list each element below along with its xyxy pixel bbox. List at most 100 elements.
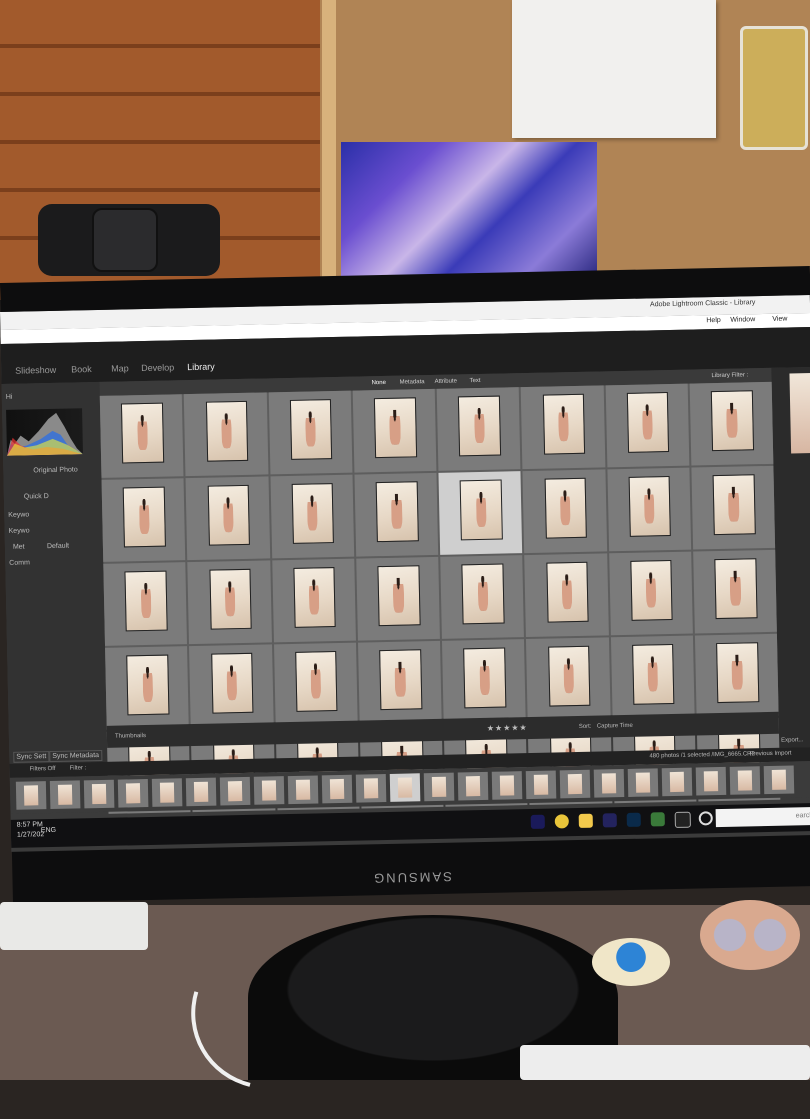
filmstrip-thumbnail[interactable]: [287, 775, 319, 805]
photo-thumbnail[interactable]: [463, 647, 507, 708]
filmstrip-thumbnail[interactable]: [729, 766, 761, 795]
module-book[interactable]: Book: [71, 364, 92, 374]
original-photo-label[interactable]: Original Photo: [33, 466, 77, 474]
filmstrip-thumbnail[interactable]: [627, 768, 659, 797]
filter-tab-none[interactable]: None: [372, 380, 386, 386]
sort-value[interactable]: Capture Time: [597, 723, 633, 730]
filmstrip-thumbnail[interactable]: [253, 776, 285, 805]
grid-cell[interactable]: [273, 642, 358, 727]
photo-thumbnail[interactable]: [375, 481, 419, 542]
grid-cell[interactable]: [268, 390, 353, 475]
filmstrip-thumbnail[interactable]: [389, 773, 421, 802]
filmstrip-thumbnail[interactable]: [15, 781, 47, 810]
filmstrip-thumbnail[interactable]: [763, 765, 795, 795]
photo-thumbnail[interactable]: [374, 397, 417, 458]
photo-thumbnail[interactable]: [545, 561, 589, 623]
sync-metadata-button[interactable]: Sync Metadata: [49, 749, 103, 763]
grid-cell[interactable]: [99, 394, 184, 478]
grid-cell[interactable]: [101, 478, 186, 562]
photo-thumbnail[interactable]: [209, 568, 252, 630]
photo-thumbnail[interactable]: [126, 654, 170, 715]
section-comments[interactable]: Comm: [9, 559, 30, 566]
filter-tab-metadata[interactable]: Metadata: [400, 379, 425, 386]
photo-thumbnail[interactable]: [630, 560, 673, 621]
grid-cell[interactable]: [608, 551, 693, 636]
filmstrip-thumbnail[interactable]: [355, 774, 387, 803]
filmstrip-thumbnail[interactable]: [593, 769, 625, 798]
grid-cell[interactable]: [438, 471, 523, 555]
grid-cell[interactable]: [270, 474, 354, 559]
grid-cell[interactable]: [610, 635, 695, 720]
filmstrip-thumbnail[interactable]: [695, 766, 727, 796]
menu-window[interactable]: Window: [730, 316, 755, 324]
photo-thumbnail[interactable]: [205, 401, 249, 462]
photo-thumbnail[interactable]: [291, 483, 335, 544]
sync-settings-button[interactable]: Sync Sett: [13, 751, 50, 763]
grid-cell[interactable]: [189, 644, 274, 729]
photo-thumbnail[interactable]: [377, 565, 421, 626]
filter-tab-text[interactable]: Text: [469, 378, 480, 384]
photo-thumbnail[interactable]: [121, 402, 165, 464]
filter-status[interactable]: Filters Off: [30, 766, 56, 773]
photo-thumbnail[interactable]: [123, 486, 166, 548]
filmstrip-thumbnail[interactable]: [83, 779, 115, 809]
grid-cell[interactable]: [103, 562, 188, 646]
filter-tab-attribute[interactable]: Attribute: [434, 378, 456, 384]
photo-thumbnail[interactable]: [542, 393, 586, 455]
chrome-icon[interactable]: [554, 814, 569, 829]
filmstrip-thumbnail[interactable]: [321, 774, 353, 804]
grid-cell[interactable]: [187, 560, 272, 645]
photo-thumbnail[interactable]: [628, 476, 672, 537]
export-button[interactable]: Export...: [781, 737, 803, 743]
photo-thumbnail[interactable]: [379, 649, 422, 710]
grid-cell[interactable]: [691, 465, 776, 550]
default-preset[interactable]: Default: [47, 543, 69, 550]
grid-cell[interactable]: [524, 553, 609, 638]
task-view-icon[interactable]: [674, 811, 691, 828]
grid-cell[interactable]: [694, 633, 779, 718]
grid-cell[interactable]: [692, 549, 777, 634]
photo-thumbnail[interactable]: [295, 651, 338, 712]
grid-cell[interactable]: [354, 472, 439, 557]
filmstrip-thumbnail[interactable]: [423, 772, 455, 802]
grid-cell[interactable]: [441, 639, 526, 723]
filmstrip-source[interactable]: Previous Import: [749, 751, 791, 758]
filmstrip-thumbnail[interactable]: [117, 779, 149, 808]
grid-cell[interactable]: [357, 640, 442, 725]
lightroom-icon[interactable]: [626, 812, 641, 827]
photo-thumbnail[interactable]: [714, 558, 758, 619]
grid-cell[interactable]: [184, 392, 268, 477]
grid-cell[interactable]: [606, 467, 691, 552]
photo-thumbnail[interactable]: [631, 644, 675, 705]
filmstrip-thumbnail[interactable]: [525, 770, 557, 800]
filmstrip-thumbnail[interactable]: [491, 771, 523, 800]
grid-cell[interactable]: [185, 476, 270, 561]
photo-thumbnail[interactable]: [458, 395, 501, 456]
photo-thumbnail[interactable]: [544, 477, 587, 539]
filmstrip-thumbnail[interactable]: [457, 771, 489, 801]
photo-thumbnail[interactable]: [626, 392, 670, 453]
module-map[interactable]: Map: [111, 363, 129, 373]
grid-cell[interactable]: [271, 558, 356, 643]
filmstrip-thumbnail[interactable]: [151, 778, 183, 807]
module-slideshow[interactable]: Slideshow: [15, 365, 56, 376]
menu-view[interactable]: View: [772, 316, 787, 323]
photo-thumbnail[interactable]: [461, 563, 505, 624]
module-library[interactable]: Library: [187, 362, 215, 373]
section-keyword-list[interactable]: Keywo: [9, 527, 30, 534]
photo-thumbnail[interactable]: [710, 390, 754, 451]
section-keywording[interactable]: Keywo: [8, 511, 29, 518]
star-rating[interactable]: ★★★★★: [487, 723, 528, 733]
filmstrip-thumbnail[interactable]: [661, 767, 693, 797]
grid-cell[interactable]: [526, 637, 611, 722]
search-box[interactable]: earch: [715, 806, 810, 828]
photo-thumbnail[interactable]: [293, 567, 337, 628]
grid-cell[interactable]: [436, 387, 521, 471]
grid-cell[interactable]: [605, 383, 690, 468]
photo-thumbnail[interactable]: [712, 474, 756, 535]
filmstrip-thumbnail[interactable]: [185, 777, 217, 807]
section-metadata[interactable]: Met: [13, 544, 25, 551]
lightroom-active-icon[interactable]: [650, 812, 665, 827]
filmstrip-thumbnail[interactable]: [219, 776, 251, 806]
photo-thumbnail[interactable]: [460, 479, 503, 540]
